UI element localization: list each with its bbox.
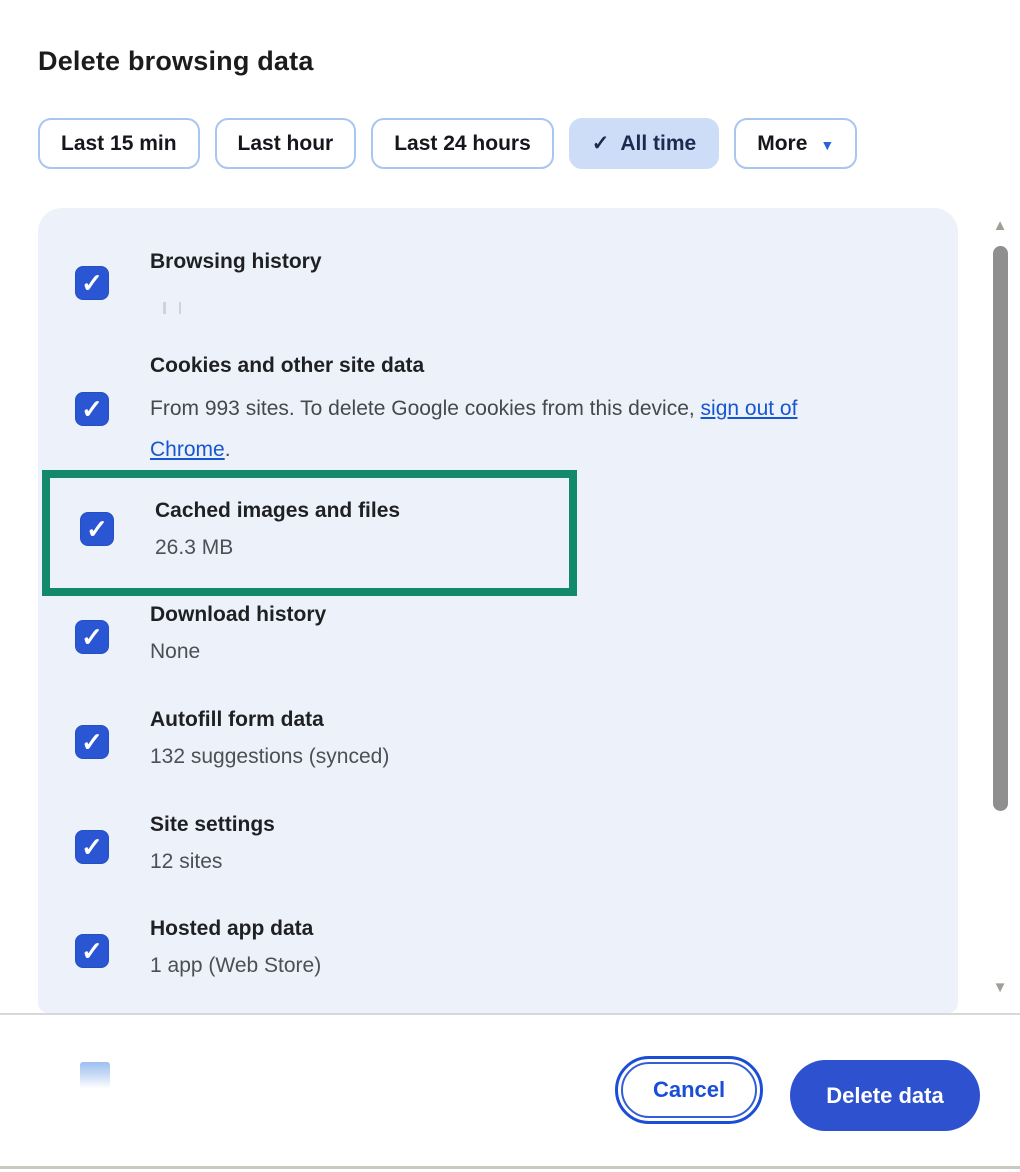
- item-detail-cookies: From 993 sites. To delete Google cookies…: [150, 388, 882, 470]
- chip-more[interactable]: More ▼: [734, 118, 858, 169]
- checkmark-icon: ✓: [81, 622, 103, 652]
- checkmark-icon: ✓: [81, 727, 103, 757]
- item-label-cookies: Cookies and other site data: [150, 354, 425, 377]
- checkbox-browsing-history[interactable]: ✓: [75, 266, 109, 300]
- chip-label: More: [757, 131, 808, 155]
- checkbox-hosted-app[interactable]: ✓: [75, 934, 109, 968]
- item-label-browsing-history: Browsing history: [150, 250, 322, 273]
- chip-last-15-min[interactable]: Last 15 min: [38, 118, 200, 169]
- check-icon: ✓: [591, 132, 610, 155]
- item-detail-cached-images: 26.3 MB: [155, 536, 234, 559]
- checkmark-icon: ✓: [86, 514, 108, 544]
- delete-browsing-data-dialog: Delete browsing data Last 15 min Last ho…: [0, 0, 1020, 1172]
- faded-detail-text: [163, 302, 181, 314]
- footer-divider: [0, 1013, 1020, 1015]
- time-range-chips: Last 15 min Last hour Last 24 hours ✓ Al…: [38, 118, 858, 169]
- item-detail-site-settings: 12 sites: [150, 850, 223, 873]
- chip-label: Last 24 hours: [394, 131, 531, 155]
- checkbox-site-settings[interactable]: ✓: [75, 830, 109, 864]
- checkbox-autofill[interactable]: ✓: [75, 725, 109, 759]
- checkbox-download-history[interactable]: ✓: [75, 620, 109, 654]
- item-label-site-settings: Site settings: [150, 813, 275, 836]
- checkbox-cached-images[interactable]: ✓: [80, 512, 114, 546]
- faded-partial-checkbox: [80, 1062, 110, 1090]
- cookies-detail-text: From 993 sites. To delete Google cookies…: [150, 397, 701, 420]
- dialog-bottom-edge: [0, 1166, 1020, 1169]
- chip-label: Last 15 min: [61, 131, 177, 155]
- checkmark-icon: ✓: [81, 832, 103, 862]
- chip-label: All time: [620, 131, 697, 155]
- cancel-button[interactable]: Cancel: [615, 1056, 764, 1124]
- chip-last-24-hours[interactable]: Last 24 hours: [371, 118, 554, 169]
- item-detail-hosted-app: 1 app (Web Store): [150, 954, 322, 977]
- chevron-down-icon: ▼: [820, 136, 835, 153]
- chip-last-hour[interactable]: Last hour: [214, 118, 357, 169]
- delete-data-button[interactable]: Delete data: [790, 1060, 980, 1131]
- scroll-down-icon[interactable]: ▼: [991, 980, 1009, 995]
- cookies-detail-suffix: .: [224, 438, 231, 461]
- item-label-autofill: Autofill form data: [150, 708, 324, 731]
- checkbox-cookies[interactable]: ✓: [75, 392, 109, 426]
- chip-label: Last hour: [237, 131, 334, 155]
- cancel-button-label: Cancel: [621, 1062, 758, 1118]
- scrollbar-thumb[interactable]: [993, 246, 1008, 811]
- item-label-cached-images: Cached images and files: [155, 499, 401, 522]
- item-label-download-history: Download history: [150, 603, 327, 626]
- item-label-hosted-app: Hosted app data: [150, 917, 314, 940]
- page-title: Delete browsing data: [38, 46, 314, 76]
- chip-all-time[interactable]: ✓ All time: [568, 118, 720, 169]
- item-detail-autofill: 132 suggestions (synced): [150, 745, 390, 768]
- checkmark-icon: ✓: [81, 936, 103, 966]
- checkmark-icon: ✓: [81, 268, 103, 298]
- checkmark-icon: ✓: [81, 394, 103, 424]
- scroll-up-icon[interactable]: ▲: [991, 218, 1009, 233]
- item-detail-download-history: None: [150, 640, 201, 663]
